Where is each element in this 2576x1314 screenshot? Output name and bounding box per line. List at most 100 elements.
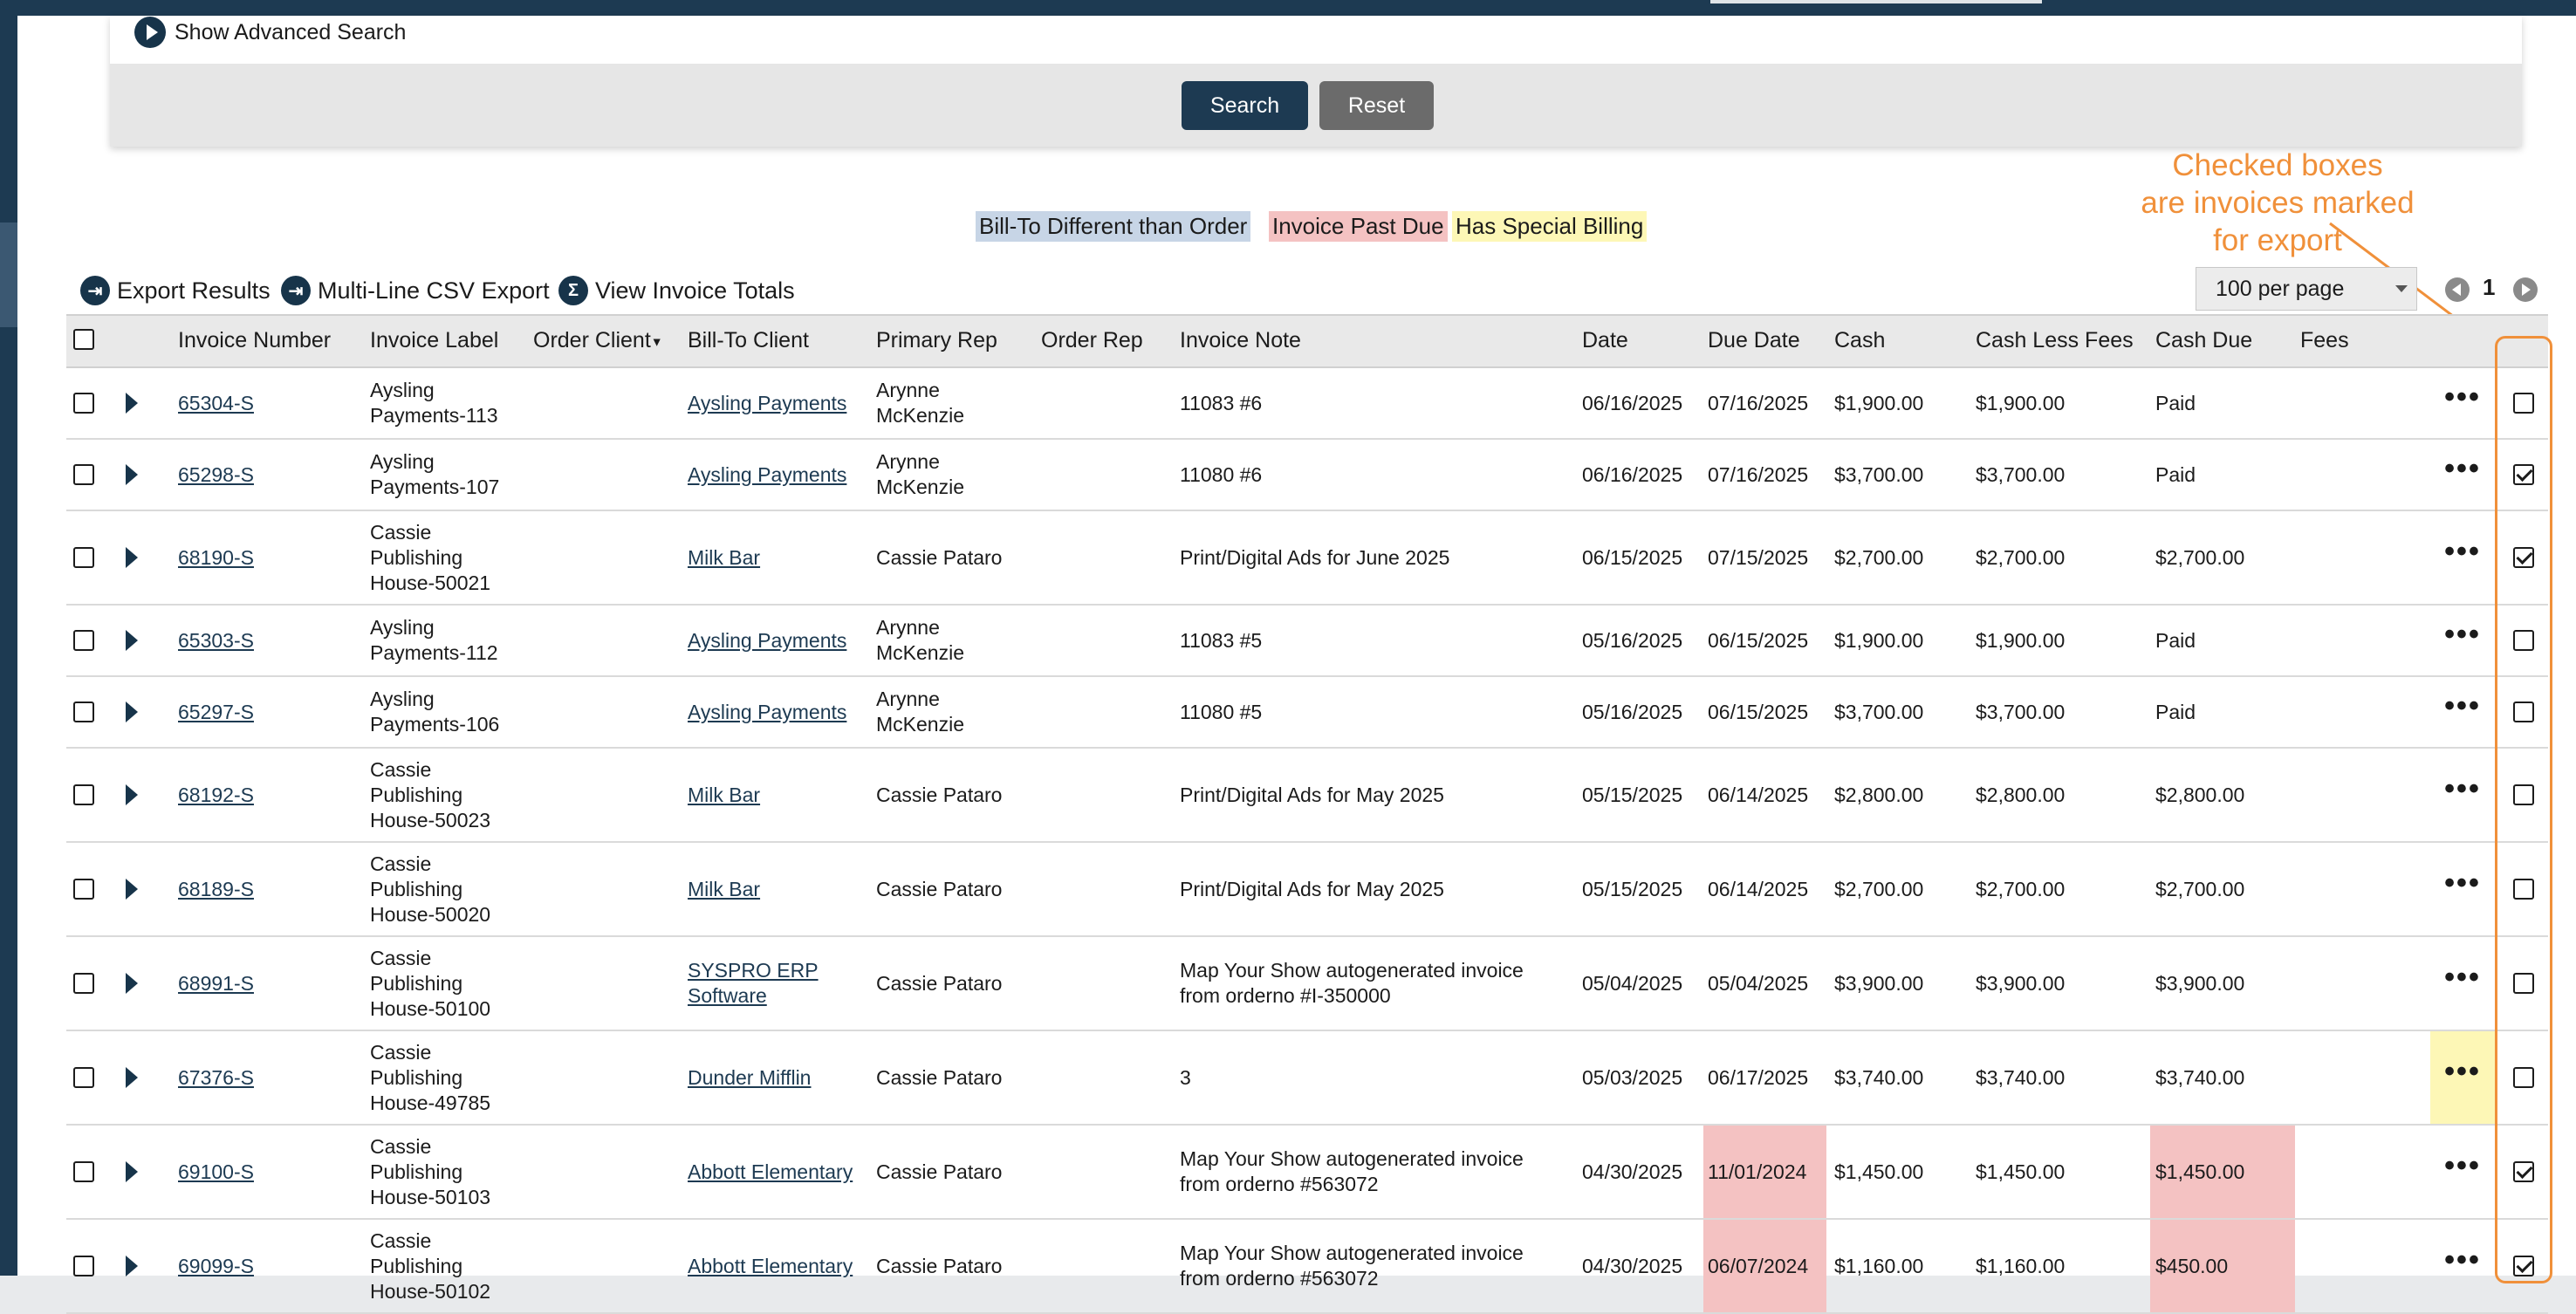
expand-arrow-icon[interactable]: [126, 630, 138, 651]
row-select-checkbox[interactable]: [73, 1256, 94, 1276]
expand-arrow-icon[interactable]: [126, 1067, 138, 1088]
primary-rep: Cassie Pataro: [876, 1220, 1033, 1312]
annotation-line: Checked boxes: [2172, 148, 2383, 182]
col-date[interactable]: Date: [1582, 328, 1628, 353]
col-fees[interactable]: Fees: [2300, 328, 2349, 353]
invoice-label-line: Aysling: [370, 688, 435, 710]
more-actions-icon[interactable]: •••: [2444, 774, 2481, 810]
row-select-checkbox[interactable]: [73, 393, 94, 414]
col-invoice-label[interactable]: Invoice Label: [370, 328, 498, 353]
expand-arrow-icon[interactable]: [126, 464, 138, 485]
expand-arrow-icon[interactable]: [126, 784, 138, 805]
per-page-value: 100 per page: [2216, 276, 2345, 301]
bill-to-client-link[interactable]: Aysling Payments: [688, 368, 862, 438]
invoice-date: 06/15/2025: [1582, 545, 1683, 569]
expand-arrow-icon[interactable]: [126, 393, 138, 414]
select-all-checkbox[interactable]: [73, 329, 94, 350]
more-actions-icon[interactable]: •••: [2444, 868, 2481, 904]
previous-page-button[interactable]: [2445, 277, 2470, 302]
row-select-checkbox[interactable]: [73, 973, 94, 994]
row-select-checkbox[interactable]: [73, 464, 94, 485]
bill-to-client-link[interactable]: Abbott Elementary: [688, 1126, 862, 1218]
invoice-number-link[interactable]: 65303-S: [178, 606, 254, 675]
col-due-date[interactable]: Due Date: [1708, 328, 1800, 353]
more-actions-icon[interactable]: •••: [2444, 382, 2481, 418]
expand-arrow-icon[interactable]: [126, 701, 138, 722]
invoice-number-link[interactable]: 68991-S: [178, 937, 254, 1030]
invoice-date: 06/16/2025: [1582, 462, 1683, 486]
more-actions-icon[interactable]: •••: [2444, 1057, 2481, 1092]
more-actions-icon[interactable]: •••: [2444, 691, 2481, 727]
invoice-number-link[interactable]: 67376-S: [178, 1031, 254, 1124]
show-advanced-search-toggle[interactable]: Show Advanced Search: [134, 16, 406, 49]
more-actions-icon[interactable]: •••: [2444, 619, 2481, 655]
export-results-button[interactable]: ⇥ Export Results: [80, 273, 271, 308]
col-invoice-note[interactable]: Invoice Note: [1180, 328, 1301, 353]
invoice-number-link[interactable]: 65304-S: [178, 368, 254, 438]
bill-to-client-link[interactable]: Milk Bar: [688, 843, 862, 935]
invoice-number-link[interactable]: 69099-S: [178, 1220, 254, 1312]
col-order-client[interactable]: Order Client▼: [533, 328, 663, 353]
multi-line-csv-export-button[interactable]: ⇥ Multi-Line CSV Export: [281, 273, 550, 308]
due-date: 06/15/2025: [1708, 700, 1809, 723]
expand-arrow-icon[interactable]: [126, 1256, 138, 1276]
col-invoice-number[interactable]: Invoice Number: [178, 328, 331, 353]
more-actions-icon[interactable]: •••: [2444, 1245, 2481, 1281]
cash-due-amount: $2,800.00: [2155, 783, 2245, 806]
row-select-checkbox[interactable]: [73, 547, 94, 568]
due-date: 07/15/2025: [1708, 545, 1809, 569]
cash-less-fees-amount: $3,700.00: [1976, 700, 2066, 723]
bill-to-client-link[interactable]: Dunder Mifflin: [688, 1031, 862, 1124]
invoice-number-link[interactable]: 65297-S: [178, 677, 254, 747]
invoice-label: Cassie Publishing House-50020: [370, 843, 527, 935]
col-cash-less-fees[interactable]: Cash Less Fees: [1976, 328, 2134, 353]
invoice-number-link[interactable]: 65298-S: [178, 440, 254, 510]
col-bill-to-client[interactable]: Bill-To Client: [688, 328, 809, 353]
more-actions-icon[interactable]: •••: [2444, 537, 2481, 572]
invoice-note-line: Map Your Show autogenerated invoice: [1180, 1242, 1524, 1264]
cash-due-amount: Paid: [2155, 628, 2196, 652]
bill-to-client-link[interactable]: Aysling Payments: [688, 440, 862, 510]
row-select-checkbox[interactable]: [73, 701, 94, 722]
search-button[interactable]: Search: [1182, 81, 1308, 130]
primary-rep-line: McKenzie: [876, 713, 964, 736]
invoice-number-link[interactable]: 68189-S: [178, 843, 254, 935]
row-select-checkbox[interactable]: [73, 1067, 94, 1088]
col-cash-due[interactable]: Cash Due: [2155, 328, 2252, 353]
per-page-select[interactable]: 100 per page: [2196, 267, 2417, 311]
row-expand-cell: [126, 843, 138, 935]
more-actions-icon[interactable]: •••: [2444, 454, 2481, 489]
global-search-strip[interactable]: [1710, 0, 2042, 3]
more-actions-icon[interactable]: •••: [2444, 962, 2481, 998]
bill-to-client-link[interactable]: Milk Bar: [688, 511, 862, 604]
primary-rep-line: McKenzie: [876, 404, 964, 427]
expand-arrow-icon[interactable]: [126, 547, 138, 568]
next-page-button[interactable]: [2513, 277, 2538, 302]
invoice-number-link[interactable]: 69100-S: [178, 1126, 254, 1218]
reset-button[interactable]: Reset: [1319, 81, 1434, 130]
col-order-rep[interactable]: Order Rep: [1041, 328, 1143, 353]
bill-to-client-link[interactable]: Aysling Payments: [688, 677, 862, 747]
row-select-checkbox[interactable]: [73, 784, 94, 805]
bill-to-client-link[interactable]: Abbott Elementary: [688, 1220, 862, 1312]
cash-due-amount: $2,700.00: [2155, 545, 2245, 569]
bill-to-client-link[interactable]: SYSPRO ERP Software: [688, 937, 862, 1030]
invoice-number-link[interactable]: 68192-S: [178, 749, 254, 841]
view-invoice-totals-button[interactable]: Σ View Invoice Totals: [558, 273, 795, 308]
row-select-cell: [73, 677, 94, 747]
row-select-checkbox[interactable]: [73, 879, 94, 900]
col-primary-rep[interactable]: Primary Rep: [876, 328, 997, 353]
row-select-checkbox[interactable]: [73, 1161, 94, 1182]
row-actions-cell: •••: [2430, 1126, 2495, 1218]
invoice-number-link[interactable]: 68190-S: [178, 511, 254, 604]
advanced-search-label: Show Advanced Search: [175, 19, 407, 44]
col-cash[interactable]: Cash: [1834, 328, 1885, 353]
expand-arrow-icon[interactable]: [126, 879, 138, 900]
more-actions-icon[interactable]: •••: [2444, 1151, 2481, 1187]
bill-to-client-link[interactable]: Aysling Payments: [688, 606, 862, 675]
expand-arrow-icon[interactable]: [126, 1161, 138, 1182]
row-select-checkbox[interactable]: [73, 630, 94, 651]
bill-to-client-link[interactable]: Milk Bar: [688, 749, 862, 841]
invoice-label-line: Publishing: [370, 1160, 463, 1183]
expand-arrow-icon[interactable]: [126, 973, 138, 994]
